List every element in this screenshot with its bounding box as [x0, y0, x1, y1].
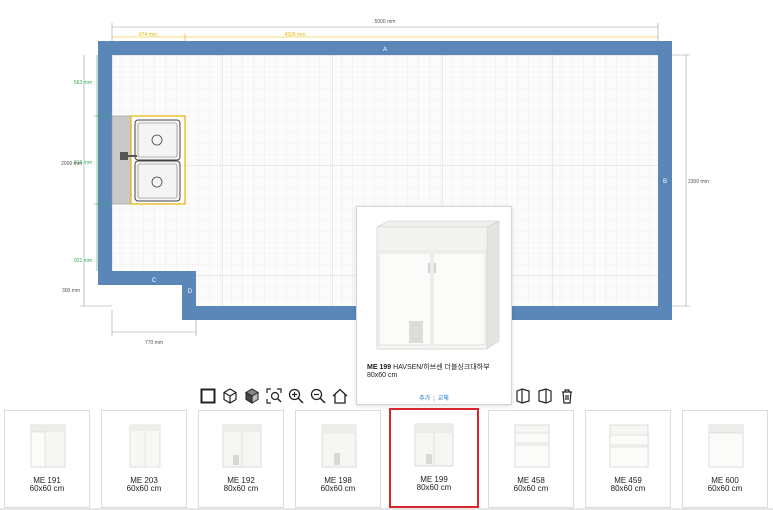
product-card[interactable]: ME 600 60x60 cm	[682, 410, 768, 508]
wall-d-label: D	[188, 289, 193, 295]
zoom-in-icon[interactable]	[288, 388, 304, 404]
replace-button[interactable]: 교체	[438, 396, 449, 402]
product-thumbnail	[30, 424, 66, 468]
popup-product-desc: HAVSEN/하브센 더블싱크대하부	[393, 364, 490, 371]
view-toolbar-right	[515, 388, 575, 404]
product-card[interactable]: ME 192 80x60 cm	[198, 410, 284, 508]
product-card[interactable]: ME 191 60x60 cm	[4, 410, 90, 508]
product-size: 60x60 cm	[320, 484, 356, 493]
popup-product-code: ME 199	[367, 364, 392, 371]
product-card[interactable]: ME 459 80x60 cm	[585, 410, 671, 508]
add-button[interactable]: 추가	[419, 396, 430, 402]
dim-left-notch: 300 mm	[62, 288, 80, 294]
zoom-fit-icon[interactable]	[266, 388, 282, 404]
product-card[interactable]: ME 203 60x60 cm	[101, 410, 187, 508]
product-thumbnail	[708, 424, 744, 468]
product-thumbnail	[222, 424, 262, 468]
home-icon[interactable]	[332, 388, 348, 404]
product-thumbnail	[321, 424, 357, 468]
dim-bottom-notch: 770 mm	[145, 340, 163, 346]
dim-top-right: 4326 mm	[285, 32, 306, 38]
kitchen-planner: A B C D 5000 mm 674 mm 4326 mm 563 mm 81…	[0, 0, 773, 510]
product-size: 80x60 cm	[223, 484, 259, 493]
dim-top-total: 5000 mm	[375, 19, 396, 25]
product-thumbnail	[129, 424, 161, 468]
product-size: 60x60 cm	[29, 484, 65, 493]
product-tray: ME 191 60x60 cm ME 203 60x60 cm ME 192 80x60 …	[0, 407, 773, 510]
dim-right-total: 2300 mm	[688, 179, 709, 185]
select-tool-icon[interactable]	[200, 388, 216, 404]
3d-view-icon[interactable]	[222, 388, 238, 404]
zoom-out-icon[interactable]	[310, 388, 326, 404]
dim-left-bottom: 921 mm	[74, 258, 92, 264]
wall-b-label: B	[663, 179, 667, 185]
view-toolbar	[200, 385, 348, 407]
product-size: 60x60 cm	[513, 484, 549, 493]
product-card[interactable]: ME 199 80x60 cm	[389, 408, 479, 508]
product-card[interactable]: ME 198 60x60 cm	[295, 410, 381, 508]
product-thumbnail	[514, 424, 550, 468]
product-popup: ME 199 HAVSEN/하브센 더블싱크대하부 80x60 cm 추가 | 교체	[356, 206, 512, 405]
delete-icon[interactable]	[559, 388, 575, 404]
product-card[interactable]: ME 458 60x60 cm	[488, 410, 574, 508]
wall-right-icon[interactable]	[537, 388, 553, 404]
product-size: 60x60 cm	[126, 484, 162, 493]
product-size: 60x60 cm	[707, 484, 743, 493]
product-thumbnail	[609, 424, 649, 468]
popup-product-size: 80x60 cm	[367, 372, 398, 379]
dim-top-left: 674 mm	[139, 32, 157, 38]
sink-cabinet[interactable]	[111, 115, 186, 205]
product-size: 80x60 cm	[610, 484, 646, 493]
dim-left-top: 563 mm	[74, 80, 92, 86]
dim-left-total: 2000 mm	[61, 161, 82, 167]
product-image	[376, 220, 500, 350]
wall-c-label: C	[152, 278, 157, 284]
product-size: 80x60 cm	[416, 483, 452, 492]
3d-solid-icon[interactable]	[244, 388, 260, 404]
wall-a-label: A	[383, 47, 387, 53]
product-thumbnail	[414, 423, 454, 467]
wall-left-icon[interactable]	[515, 388, 531, 404]
